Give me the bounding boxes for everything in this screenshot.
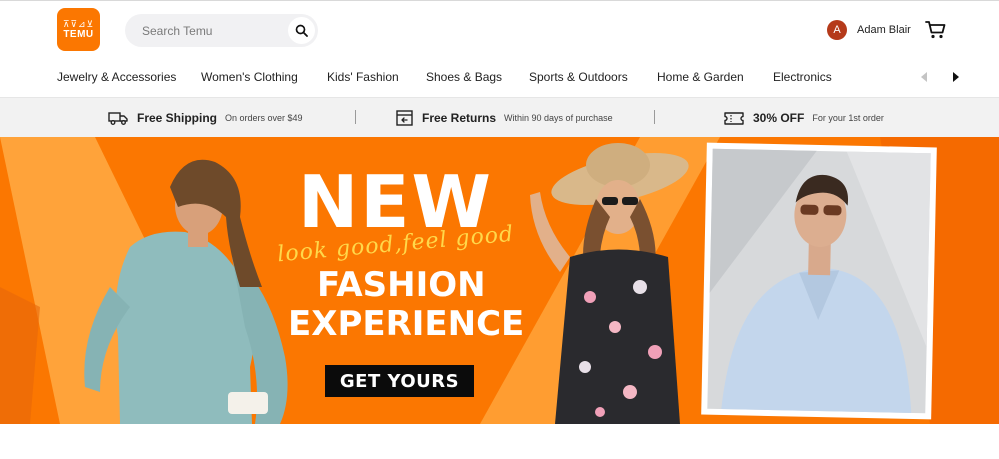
top-border bbox=[0, 0, 999, 1]
cart-icon bbox=[925, 21, 946, 39]
logo-glyphs: ⊼⊽⊿⊻ bbox=[62, 18, 95, 29]
benefit-subtitle: On orders over $49 bbox=[225, 113, 303, 123]
caret-right-icon bbox=[953, 72, 959, 82]
get-yours-button[interactable]: GET YOURS bbox=[325, 365, 474, 397]
account-menu[interactable]: A Adam Blair bbox=[827, 20, 911, 40]
truck-icon bbox=[108, 112, 128, 125]
benefit-free-shipping: Free Shipping On orders over $49 bbox=[108, 98, 303, 138]
banner-title-line1: FASHION bbox=[317, 265, 486, 305]
cart-button[interactable] bbox=[925, 20, 947, 40]
return-box-icon bbox=[396, 110, 413, 126]
benefits-bar: Free Shipping On orders over $49 Free Re… bbox=[0, 97, 999, 137]
category-sports-outdoors[interactable]: Sports & Outdoors bbox=[529, 70, 628, 84]
benefit-title: Free Shipping bbox=[137, 111, 218, 125]
benefit-subtitle: For your 1st order bbox=[812, 113, 884, 123]
hero-banner[interactable]: NEW look good,feel good FASHION EXPERIEN… bbox=[0, 137, 999, 424]
search-input[interactable] bbox=[142, 23, 282, 38]
avatar: A bbox=[827, 20, 847, 40]
nav-prev-button[interactable] bbox=[918, 70, 930, 84]
banner-title-line2: EXPERIENCE bbox=[288, 304, 525, 344]
search-bar bbox=[125, 14, 318, 47]
caret-left-icon bbox=[921, 72, 927, 82]
category-kids-fashion[interactable]: Kids' Fashion bbox=[327, 70, 399, 84]
search-button[interactable] bbox=[288, 17, 315, 44]
benefit-divider bbox=[654, 110, 655, 124]
benefit-discount: 30% OFF For your 1st order bbox=[724, 98, 884, 138]
category-home-garden[interactable]: Home & Garden bbox=[657, 70, 744, 84]
benefit-title: Free Returns bbox=[422, 111, 497, 125]
benefit-free-returns: Free Returns Within 90 days of purchase bbox=[396, 98, 613, 138]
category-womens-clothing[interactable]: Women's Clothing bbox=[201, 70, 298, 84]
category-shoes-bags[interactable]: Shoes & Bags bbox=[426, 70, 502, 84]
benefit-title: 30% OFF bbox=[753, 111, 805, 125]
user-name: Adam Blair bbox=[857, 24, 911, 36]
benefit-subtitle: Within 90 days of purchase bbox=[504, 113, 613, 123]
benefit-divider bbox=[355, 110, 356, 124]
search-icon bbox=[295, 24, 308, 37]
banner-copy: NEW look good,feel good FASHION EXPERIEN… bbox=[0, 137, 999, 424]
nav-next-button[interactable] bbox=[950, 70, 962, 84]
temu-logo[interactable]: ⊼⊽⊿⊻ TEMU bbox=[57, 8, 100, 51]
logo-text: TEMU bbox=[63, 28, 94, 40]
category-electronics[interactable]: Electronics bbox=[773, 70, 832, 84]
category-jewelry-accessories[interactable]: Jewelry & Accessories bbox=[57, 70, 176, 84]
coupon-icon bbox=[724, 111, 744, 125]
